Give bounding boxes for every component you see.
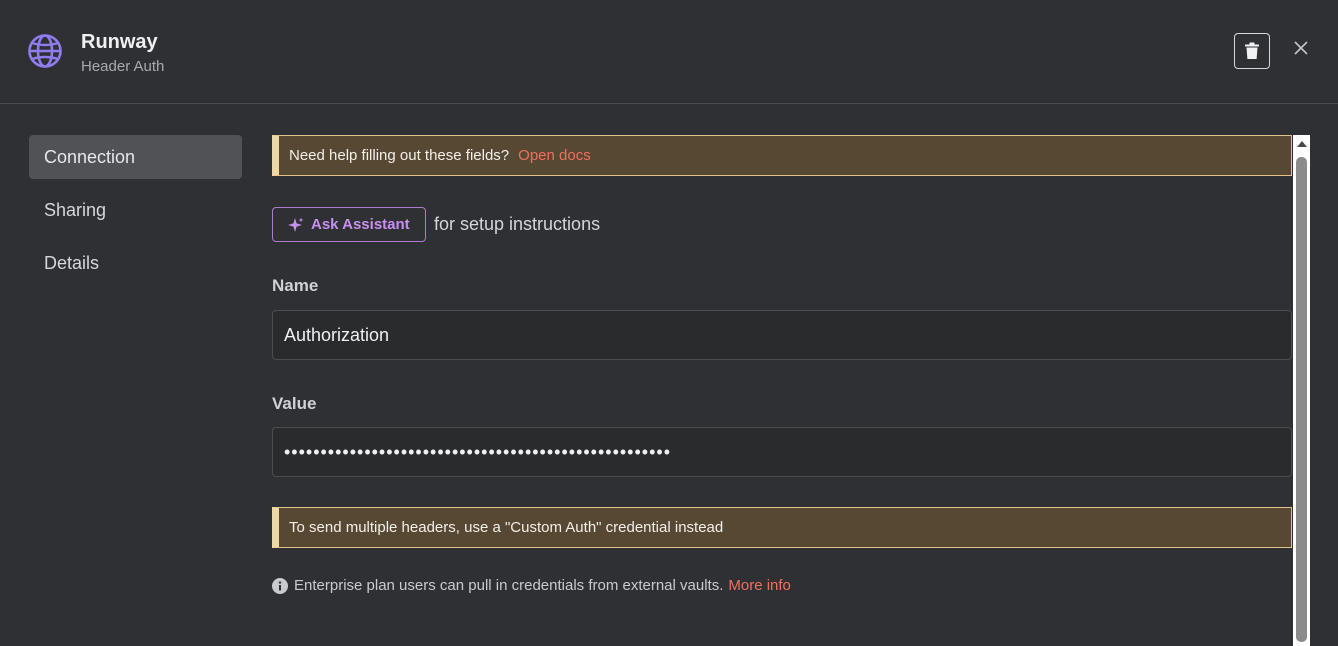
modal-header: Runway Header Auth	[0, 0, 1338, 104]
sparkle-icon	[288, 217, 304, 232]
name-label: Name	[272, 276, 319, 295]
ask-assistant-button[interactable]: Ask Assistant	[272, 207, 426, 242]
credential-title: Runway	[81, 31, 158, 53]
help-callout-text: Need help filling out these fields?	[289, 147, 510, 164]
enterprise-info-text: Enterprise plan users can pull in creden…	[294, 577, 724, 594]
assistant-row: Ask Assistant for setup instructions	[272, 207, 600, 242]
value-label: Value	[272, 394, 317, 413]
sidebar-item-details[interactable]: Details	[29, 241, 242, 285]
info-icon	[272, 577, 288, 594]
value-password-input[interactable]: ••••••••••••••••••••••••••••••••••••••••…	[272, 427, 1292, 477]
more-info-link[interactable]: More info	[728, 577, 791, 594]
name-input[interactable]: Authorization	[272, 310, 1292, 360]
scroll-up-arrow-icon[interactable]	[1297, 141, 1307, 147]
vertical-scrollbar[interactable]	[1293, 135, 1310, 646]
globe-icon	[28, 34, 62, 68]
trash-icon	[1245, 42, 1259, 59]
credential-type: Header Auth	[81, 58, 165, 75]
close-button[interactable]	[1291, 38, 1311, 58]
help-callout: Need help filling out these fields? Open…	[272, 135, 1292, 176]
open-docs-link[interactable]: Open docs	[518, 147, 591, 164]
sidebar-item-sharing[interactable]: Sharing	[29, 188, 242, 232]
close-icon	[1294, 41, 1308, 55]
warning-callout: To send multiple headers, use a "Custom …	[272, 507, 1292, 548]
setup-instructions-text: for setup instructions	[434, 214, 601, 234]
ask-assistant-label: Ask Assistant	[311, 216, 410, 233]
enterprise-info: Enterprise plan users can pull in creden…	[272, 577, 791, 594]
sidebar-item-connection[interactable]: Connection	[29, 135, 242, 179]
warning-callout-text: To send multiple headers, use a "Custom …	[289, 519, 724, 536]
sidebar: Connection Sharing Details	[29, 135, 242, 294]
scroll-thumb[interactable]	[1296, 157, 1307, 642]
delete-button[interactable]	[1234, 33, 1270, 69]
